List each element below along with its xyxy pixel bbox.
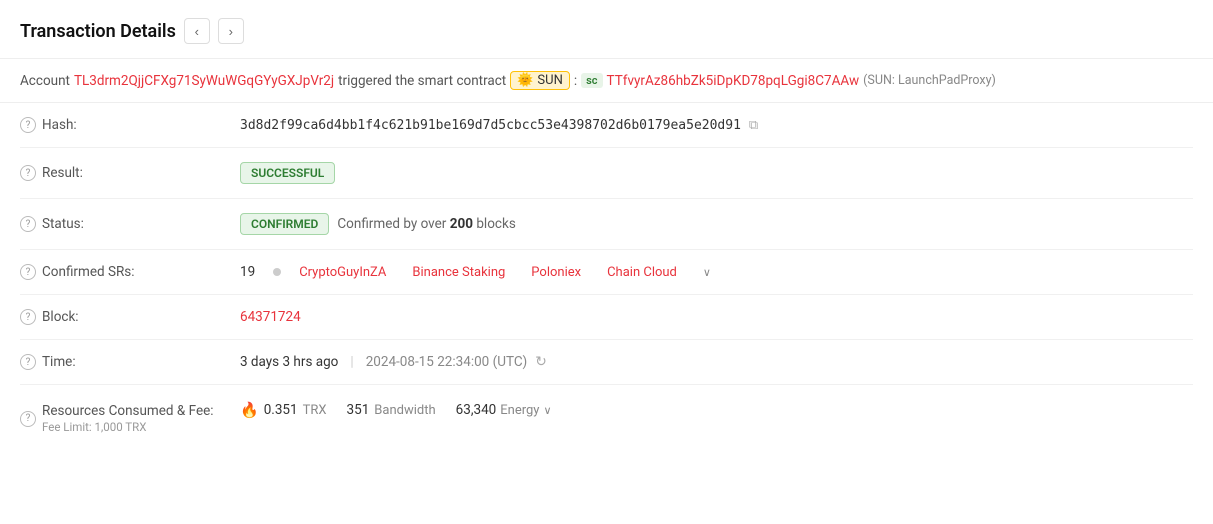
resources-help-icon[interactable]: ? [20, 411, 36, 427]
bandwidth-label: Bandwidth [374, 403, 435, 418]
bandwidth-amount: 351 [347, 402, 370, 418]
fee-limit-label: Fee Limit: 1,000 TRX [42, 420, 214, 434]
account-address-link[interactable]: TL3drm2QjjCFXg71SyWuWGqGYyGXJpVr2j [74, 73, 334, 89]
hash-label: Hash: [42, 117, 77, 133]
sc-badge: sc [581, 73, 602, 88]
block-help-icon[interactable]: ? [20, 309, 36, 325]
status-label: Status: [42, 216, 84, 232]
srs-help-icon[interactable]: ? [20, 264, 36, 280]
resources-label: Resources Consumed & Fee: [42, 403, 214, 419]
status-help-icon[interactable]: ? [20, 216, 36, 232]
sr-item-poloniex[interactable]: Poloniex [531, 265, 581, 280]
fire-icon: 🔥 [240, 401, 259, 419]
time-help-icon[interactable]: ? [20, 354, 36, 370]
energy-fee-item[interactable]: 63,340 Energy ∨ [456, 402, 552, 418]
confirmed-block-count: 200 [450, 216, 473, 232]
page-title: Transaction Details [20, 21, 176, 42]
chevron-down-icon: ∨ [703, 266, 711, 279]
time-utc-value: 2024-08-15 22:34:00 (UTC) [366, 354, 527, 370]
trx-label: TRX [303, 403, 327, 418]
sun-badge[interactable]: 🌞 SUN [510, 71, 570, 90]
time-relative-value: 3 days 3 hrs ago [240, 354, 338, 370]
result-badge: SUCCESSFUL [240, 162, 335, 184]
srs-label: Confirmed SRs: [42, 264, 135, 280]
proxy-label: (SUN: LaunchPadProxy) [863, 73, 996, 88]
energy-label: Energy [500, 403, 539, 418]
status-badge: CONFIRMED [240, 213, 329, 235]
energy-dropdown-icon: ∨ [543, 404, 551, 417]
copy-hash-icon[interactable]: ⧉ [749, 118, 758, 133]
refresh-icon[interactable]: ↻ [535, 354, 547, 370]
colon-separator: : [574, 73, 577, 89]
trigger-text-label: triggered the smart contract [338, 73, 506, 89]
nav-prev-button[interactable]: ‹ [184, 18, 210, 44]
time-row: ? Time: 3 days 3 hrs ago | 2024-08-15 22… [20, 340, 1193, 385]
contract-address-link[interactable]: TTfvyrAz86hbZk5iDpKD78pqLGgi8C7AAw [607, 73, 860, 89]
confirmed-text: Confirmed by over 200 blocks [337, 216, 515, 232]
hash-help-icon[interactable]: ? [20, 117, 36, 133]
confirmed-srs-row: ? Confirmed SRs: 19 CryptoGuyInZA Binanc… [20, 250, 1193, 295]
sr-item-binance[interactable]: Binance Staking [412, 265, 505, 280]
account-bar: Account TL3drm2QjjCFXg71SyWuWGqGYyGXJpVr… [0, 59, 1213, 103]
hash-value: 3d8d2f99ca6d4bb1f4c621b91be169d7d5cbcc53… [240, 118, 741, 133]
trx-amount: 0.351 [264, 402, 298, 418]
status-row: ? Status: CONFIRMED Confirmed by over 20… [20, 199, 1193, 250]
fee-container: 🔥 0.351 TRX 351 Bandwidth 63,340 Energy … [240, 401, 552, 419]
hash-row: ? Hash: 3d8d2f99ca6d4bb1f4c621b91be169d7… [20, 103, 1193, 148]
block-value-link[interactable]: 64371724 [240, 309, 301, 325]
result-row: ? Result: SUCCESSFUL [20, 148, 1193, 199]
result-help-icon[interactable]: ? [20, 165, 36, 181]
block-label: Block: [42, 309, 79, 325]
account-prefix-label: Account [20, 73, 70, 89]
energy-amount: 63,340 [456, 402, 497, 418]
sun-emoji-icon: 🌞 [517, 73, 533, 88]
time-separator: | [350, 354, 353, 370]
block-row: ? Block: 64371724 [20, 295, 1193, 340]
detail-section: ? Hash: 3d8d2f99ca6d4bb1f4c621b91be169d7… [0, 103, 1213, 448]
sr-count-value: 19 [240, 264, 255, 280]
sr-dots [273, 268, 281, 276]
sun-label: SUN [537, 73, 562, 88]
result-label: Result: [42, 165, 83, 181]
sr-item-cryptoguy[interactable]: CryptoGuyInZA [299, 265, 386, 280]
time-label: Time: [42, 354, 76, 370]
sr-more-dropdown[interactable]: ∨ [703, 266, 711, 279]
bandwidth-fee-item: 351 Bandwidth [347, 402, 436, 418]
sr-item-chaincloud[interactable]: Chain Cloud [607, 265, 677, 280]
resources-row: ? Resources Consumed & Fee: Fee Limit: 1… [20, 385, 1193, 448]
trx-fee-item: 🔥 0.351 TRX [240, 401, 327, 419]
nav-next-button[interactable]: › [218, 18, 244, 44]
